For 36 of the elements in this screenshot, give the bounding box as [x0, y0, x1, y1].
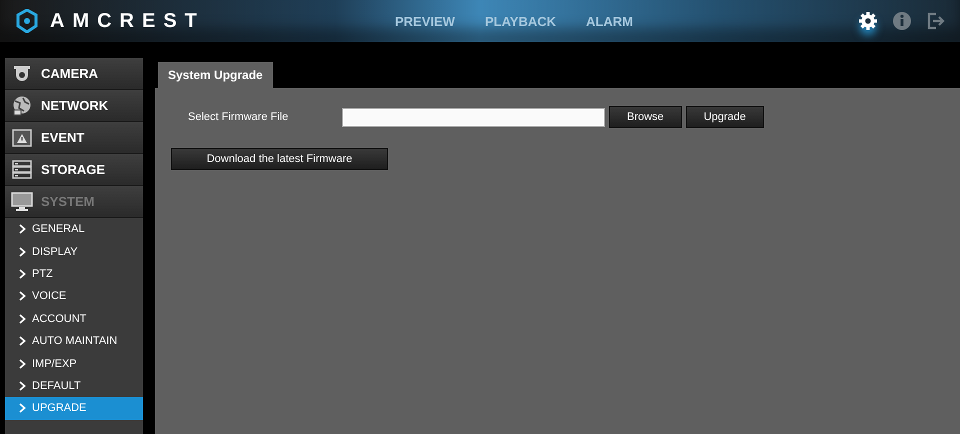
chevron-icon [19, 314, 26, 324]
submenu-item[interactable]: UPGRADE [5, 397, 143, 420]
chevron-icon [19, 336, 26, 346]
download-button[interactable]: Download the latest Firmware [171, 148, 388, 170]
storage-icon [12, 160, 32, 180]
browse-button[interactable]: Browse [609, 106, 682, 128]
submenu-item[interactable]: DEFAULT [5, 374, 143, 398]
submenu-item[interactable]: GENERAL [5, 218, 143, 240]
info-icon[interactable] [892, 11, 912, 31]
tab[interactable]: System Upgrade [158, 62, 273, 88]
chevron-icon [19, 403, 26, 414]
submenu-item[interactable]: ACCOUNT [5, 308, 143, 330]
globe-icon [11, 94, 33, 116]
nav-link[interactable]: PREVIEW [380, 14, 470, 28]
field-label: Select Firmware File [187, 111, 290, 123]
submenu-item[interactable]: VOICE [5, 285, 143, 308]
submenu-item[interactable]: IMP/EXP [5, 352, 143, 375]
chevron-icon [19, 246, 26, 257]
submenu-item[interactable]: PTZ [5, 262, 143, 286]
logout-icon[interactable] [926, 11, 946, 31]
warning-icon [12, 128, 32, 146]
hexagon-logo-icon [16, 9, 38, 33]
brand-name: AMCREST [50, 10, 205, 32]
camera-icon [12, 64, 32, 84]
submenu-item[interactable]: DISPLAY [5, 240, 143, 263]
file-input-field[interactable] [342, 108, 605, 126]
chevron-icon [19, 291, 26, 302]
chevron-icon [19, 358, 26, 369]
monitor-icon [11, 192, 33, 212]
upgrade-button[interactable]: Upgrade [686, 106, 764, 128]
submenu-item[interactable]: AUTO MAINTAIN [5, 330, 143, 352]
nav-link[interactable]: ALARM [571, 14, 648, 28]
chevron-icon [19, 380, 26, 391]
chevron-icon [19, 268, 26, 279]
settings-icon[interactable] [858, 11, 878, 31]
chevron-icon [19, 224, 26, 234]
